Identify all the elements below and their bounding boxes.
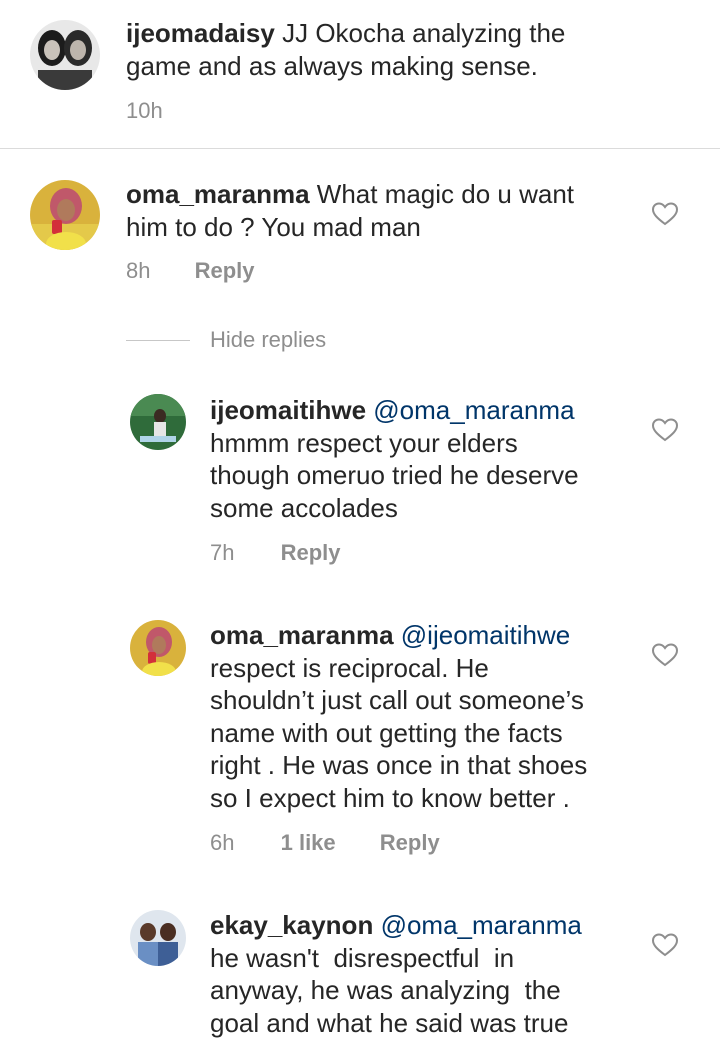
heart-outline-icon[interactable] (652, 202, 678, 226)
caption-line-1: ijeomadaisy JJ Okocha analyzing the (126, 17, 565, 50)
reply-line: hmmm respect your elders (210, 427, 579, 460)
hide-replies-label: Hide replies (210, 327, 326, 353)
reply-line-1: ekay_kaynon @oma_maranma (210, 909, 582, 942)
replier-avatar[interactable] (130, 620, 186, 676)
reply-line: some accolades (210, 492, 579, 525)
likes-count[interactable]: 1 like (281, 830, 336, 856)
reply-line: goal and what he said was true (210, 1007, 582, 1039)
caption-username[interactable]: ijeomadaisy (126, 18, 275, 48)
reply-timestamp: 6h (210, 830, 234, 856)
reply-line: so I expect him to know better . (210, 782, 587, 815)
comment-username[interactable]: oma_maranma (126, 179, 310, 209)
reply-username[interactable]: oma_maranma (210, 620, 394, 650)
reply-line: name with out getting the facts (210, 717, 587, 750)
reply-meta: 6h 1 like Reply (210, 830, 440, 856)
reply-text: ekay_kaynon @oma_maranma he wasn't disre… (210, 909, 582, 1039)
heart-outline-icon[interactable] (652, 418, 678, 442)
replier-avatar[interactable] (130, 394, 186, 450)
comment-timestamp: 8h (126, 258, 150, 284)
commenter-avatar[interactable] (30, 180, 100, 250)
caption-line-2: game and as always making sense. (126, 50, 565, 83)
reply-meta: 7h Reply (210, 540, 341, 566)
reply-button[interactable]: Reply (281, 540, 341, 566)
reply-line-1: ijeomaitihwe @oma_maranma (210, 394, 579, 427)
reply-line: shouldn’t just call out someone’s (210, 684, 587, 717)
replier-avatar[interactable] (130, 910, 186, 966)
comment-line-2: him to do ? You mad man (126, 211, 574, 244)
reply-username[interactable]: ijeomaitihwe (210, 395, 366, 425)
mention-link[interactable]: @ijeomaitihwe (401, 620, 570, 650)
heart-outline-icon[interactable] (652, 643, 678, 667)
comment-line-1: oma_maranma What magic do u want (126, 178, 574, 211)
caption-timestamp: 10h (126, 98, 163, 124)
reply-line: he wasn't disrespectful in (210, 942, 582, 975)
reply-button[interactable]: Reply (380, 830, 440, 856)
comment-text: oma_maranma What magic do u want him to … (126, 178, 574, 243)
reply-line: anyway, he was analyzing the (210, 974, 582, 1007)
mention-link[interactable]: @oma_maranma (381, 910, 582, 940)
reply-line: respect is reciprocal. He (210, 652, 587, 685)
caption-text: ijeomadaisy JJ Okocha analyzing the game… (126, 17, 565, 82)
reply-line-1: oma_maranma @ijeomaitihwe (210, 619, 587, 652)
reply-timestamp: 7h (210, 540, 234, 566)
divider-line (126, 340, 190, 341)
reply-button[interactable]: Reply (195, 258, 255, 284)
reply-text: ijeomaitihwe @oma_maranma hmmm respect y… (210, 394, 579, 524)
caption-avatar[interactable] (30, 20, 100, 90)
mention-link[interactable]: @oma_maranma (373, 395, 574, 425)
heart-outline-icon[interactable] (652, 933, 678, 957)
caption-meta: 10h (126, 98, 163, 124)
comment-text-line: What magic do u want (317, 179, 574, 209)
reply-text: oma_maranma @ijeomaitihwe respect is rec… (210, 619, 587, 814)
post-caption: ijeomadaisy JJ Okocha analyzing the game… (0, 0, 720, 149)
hide-replies-button[interactable]: Hide replies (126, 326, 326, 354)
reply-line: though omeruo tried he deserve (210, 459, 579, 492)
reply-line: right . He was once in that shoes (210, 749, 587, 782)
comment-meta: 8h Reply (126, 258, 255, 284)
reply-username[interactable]: ekay_kaynon (210, 910, 373, 940)
caption-text-line: JJ Okocha analyzing the (282, 18, 565, 48)
